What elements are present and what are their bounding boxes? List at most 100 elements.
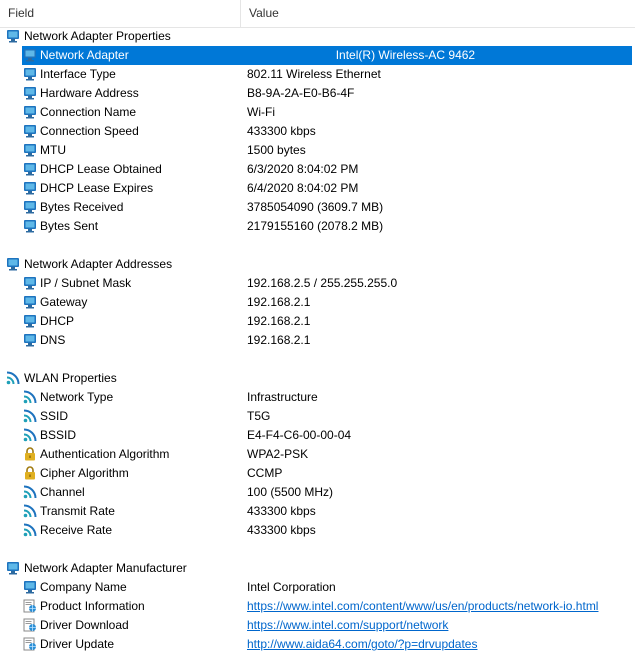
section-header-row[interactable]: Network Adapter Addresses [0,255,635,274]
network-icon [23,48,37,62]
property-row[interactable]: Receive Rate 433300 kbps [0,521,635,540]
network-icon [6,257,20,271]
field-label: IP / Subnet Mask [40,276,132,290]
field-label: Product Information [40,599,145,613]
field-value: 192.168.2.1 [247,333,311,347]
field-label: Cipher Algorithm [40,466,129,480]
value-link[interactable]: https://www.intel.com/content/www/us/en/… [247,597,598,616]
globe-icon [23,599,37,613]
spacer-row [0,540,635,559]
property-row[interactable]: Cipher Algorithm CCMP [0,464,635,483]
value-link[interactable]: https://www.intel.com/support/network [247,616,448,635]
network-icon [6,29,20,43]
property-row[interactable]: Transmit Rate 433300 kbps [0,502,635,521]
field-label: Driver Update [40,637,115,651]
network-icon [23,580,37,594]
property-row[interactable]: Gateway 192.168.2.1 [0,293,635,312]
network-icon [23,143,37,157]
property-row[interactable]: Authentication Algorithm WPA2-PSK [0,445,635,464]
field-value: 433300 kbps [247,504,316,518]
wifi-icon [23,485,37,499]
network-icon [23,314,37,328]
property-row[interactable]: Driver Download https://www.intel.com/sup… [0,616,635,635]
wifi-icon [23,409,37,423]
property-row[interactable]: DHCP Lease Obtained 6/3/2020 8:04:02 PM [0,160,635,179]
property-row[interactable]: Network Type Infrastructure [0,388,635,407]
property-row[interactable]: Channel 100 (5500 MHz) [0,483,635,502]
field-label: Transmit Rate [40,504,115,518]
section-title: Network Adapter Addresses [24,257,173,271]
property-row[interactable]: Product Information https://www.intel.com… [0,597,635,616]
field-column-header[interactable]: Field [0,0,241,27]
field-label: Bytes Sent [40,219,99,233]
field-value: Wi-Fi [247,105,275,119]
property-row[interactable]: Interface Type 802.11 Wireless Ethernet [0,65,635,84]
property-row[interactable]: SSID T5G [0,407,635,426]
property-row[interactable]: DHCP 192.168.2.1 [0,312,635,331]
field-value: 6/4/2020 8:04:02 PM [247,181,359,195]
section-header-row[interactable]: Network Adapter Manufacturer [0,559,635,578]
property-row[interactable]: IP / Subnet Mask 192.168.2.5 / 255.255.25… [0,274,635,293]
field-value: 192.168.2.5 / 255.255.255.0 [247,276,398,290]
field-value: 6/3/2020 8:04:02 PM [247,162,359,176]
section-header-row[interactable]: WLAN Properties [0,369,635,388]
network-icon [23,295,37,309]
network-icon [23,219,37,233]
value-column-header[interactable]: Value [241,0,629,27]
property-row[interactable]: Connection Name Wi-Fi [0,103,635,122]
field-label: Connection Speed [40,124,139,138]
property-row[interactable]: Bytes Sent 2179155160 (2078.2 MB) [0,217,635,236]
field-value: 433300 kbps [247,124,316,138]
property-row[interactable]: Network Adapter Intel(R) Wireless-AC 9462 [0,46,635,65]
property-row[interactable]: MTU 1500 bytes [0,141,635,160]
globe-icon [23,618,37,632]
field-label: SSID [40,409,69,423]
field-value: 3785054090 (3609.7 MB) [247,200,384,214]
field-label: Hardware Address [40,86,139,100]
field-label: DHCP [40,314,75,328]
field-label: Connection Name [40,105,137,119]
field-label: Authentication Algorithm [40,447,170,461]
field-label: DNS [40,333,66,347]
field-value: WPA2-PSK [247,447,309,461]
section-header-row[interactable]: Network Adapter Properties [0,27,635,46]
wifi-icon [23,523,37,537]
lock-icon [23,447,37,461]
value-link[interactable]: http://www.aida64.com/goto/?p=drvupdates [247,635,477,654]
network-icon [23,124,37,138]
field-label: Network Type [40,390,114,404]
property-row[interactable]: Company Name Intel Corporation [0,578,635,597]
wifi-icon [23,428,37,442]
property-row[interactable]: Hardware Address B8-9A-2A-E0-B6-4F [0,84,635,103]
field-value: Intel Corporation [247,580,336,594]
field-label: BSSID [40,428,77,442]
property-row[interactable]: DNS 192.168.2.1 [0,331,635,350]
section-title: Network Adapter Manufacturer [24,561,187,575]
network-icon [23,67,37,81]
field-label: Company Name [40,580,127,594]
field-label: MTU [40,143,66,157]
property-row[interactable]: BSSID E4-F4-C6-00-00-04 [0,426,635,445]
field-label: Gateway [40,295,88,309]
field-value: Intel(R) Wireless-AC 9462 [335,48,476,62]
field-label: DHCP Lease Obtained [40,162,162,176]
column-header: Field Value [0,0,635,28]
field-value: CCMP [247,466,283,480]
field-value: 1500 bytes [247,143,306,157]
property-list: Network Adapter Properties Network Adapte… [0,27,635,654]
field-value: 433300 kbps [247,523,316,537]
globe-icon [23,637,37,651]
property-row[interactable]: DHCP Lease Expires 6/4/2020 8:04:02 PM [0,179,635,198]
network-icon [23,162,37,176]
property-row[interactable]: Bytes Received 3785054090 (3609.7 MB) [0,198,635,217]
field-value: 2179155160 (2078.2 MB) [247,219,384,233]
field-label: Driver Download [40,618,129,632]
lock-icon [23,466,37,480]
wifi-icon [6,371,20,385]
network-icon [23,86,37,100]
property-row[interactable]: Connection Speed 433300 kbps [0,122,635,141]
field-value: E4-F4-C6-00-00-04 [247,428,352,442]
property-row[interactable]: Driver Update http://www.aida64.com/goto/… [0,635,635,654]
field-label: Channel [40,485,85,499]
spacer-row [0,236,635,255]
